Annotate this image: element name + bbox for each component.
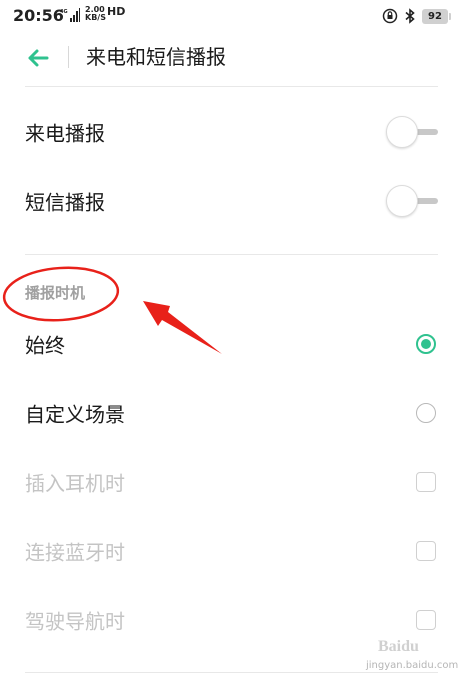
battery-icon: 92 (422, 8, 451, 24)
page-title: 来电和短信播报 (86, 45, 226, 69)
app-header: 来电和短信播报 (0, 34, 466, 84)
watermark-text: Baidu (378, 638, 419, 655)
rotation-lock-icon (382, 8, 398, 24)
call-announce-row[interactable]: 来电播报 (0, 102, 466, 162)
scene-bluetooth-checkbox (416, 541, 436, 561)
header-divider (68, 46, 69, 68)
scene-bluetooth-label: 连接蓝牙时 (25, 540, 125, 565)
watermark-sub: jingyan.baidu.com (366, 660, 459, 671)
switch-knob (386, 116, 418, 148)
status-time: 20:56 (13, 6, 64, 25)
option-custom-row[interactable]: 自定义场景 (0, 383, 466, 443)
section-title: 播报时机 (25, 284, 86, 302)
option-custom-label: 自定义场景 (25, 402, 125, 427)
option-always-label: 始终 (25, 333, 65, 358)
scene-bluetooth-row: 连接蓝牙时 (0, 521, 466, 581)
back-arrow-icon[interactable] (22, 42, 54, 74)
scene-headphones-label: 插入耳机时 (25, 471, 125, 496)
call-announce-label: 来电播报 (25, 121, 105, 146)
scene-headphones-checkbox (416, 472, 436, 492)
scene-driving-label: 驾驶导航时 (25, 609, 125, 634)
sms-announce-row[interactable]: 短信播报 (0, 171, 466, 231)
section-divider (25, 254, 438, 255)
sms-announce-label: 短信播报 (25, 190, 105, 215)
network-speed: 2.00 KB/S (85, 6, 106, 22)
network-type: 4G (60, 9, 68, 15)
speed-unit: KB/S (85, 13, 106, 22)
status-right: 92 (382, 7, 451, 25)
scene-driving-checkbox (416, 610, 436, 630)
hd-icon: HD (107, 5, 126, 18)
sms-announce-switch[interactable] (386, 185, 438, 217)
option-always-row[interactable]: 始终 (0, 314, 466, 374)
watermark-logo: Baidu jingyan.baidu.com (366, 638, 459, 678)
switch-knob (386, 185, 418, 217)
call-announce-switch[interactable] (386, 116, 438, 148)
bluetooth-icon (405, 8, 415, 24)
header-bottom-divider (25, 86, 438, 87)
option-custom-radio[interactable] (416, 403, 436, 423)
status-bar: 20:56 4G 2.00 KB/S HD 92 (0, 0, 466, 34)
scene-headphones-row: 插入耳机时 (0, 452, 466, 512)
option-always-radio[interactable] (416, 334, 436, 354)
signal-icon: 4G (60, 8, 80, 22)
